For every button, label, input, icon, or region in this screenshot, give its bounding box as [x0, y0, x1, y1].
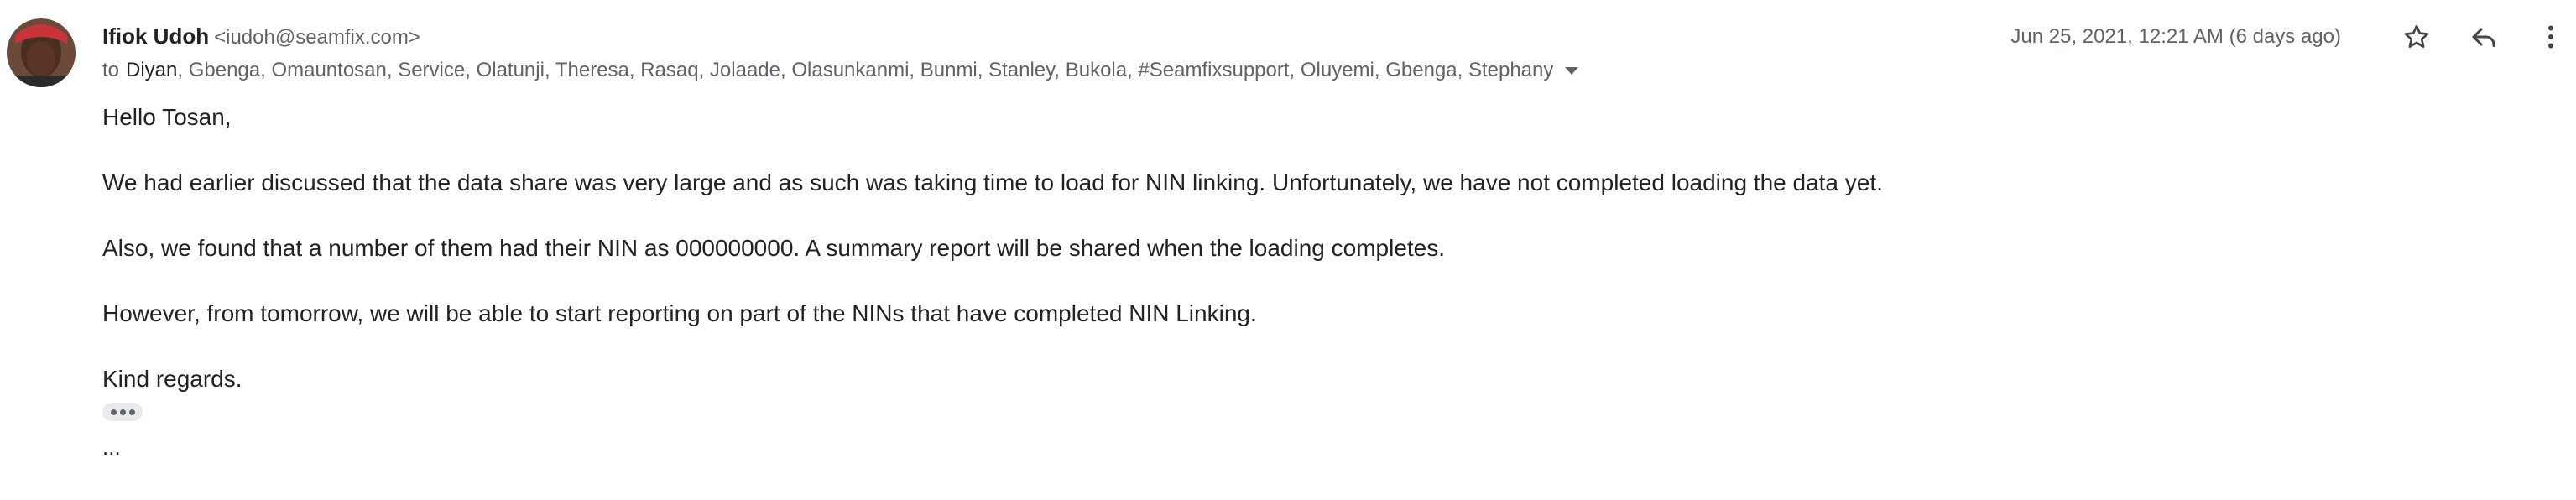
closing: Kind regards. [102, 366, 242, 392]
body-paragraph-1: We had earlier discussed that the data s… [102, 169, 1883, 195]
recipients-line: to Diyan, Gbenga, Omauntosan, Service, O… [102, 57, 1579, 84]
body-paragraph-2: Also, we found that a number of them had… [102, 235, 1446, 261]
body-paragraph-3: However, from tomorrow, we will be able … [102, 300, 1257, 326]
sender-name[interactable]: Ifiok Udoh [102, 23, 209, 49]
star-button[interactable] [2395, 15, 2438, 59]
sender-photo [7, 18, 76, 87]
star-icon [2404, 24, 2429, 49]
greeting: Hello Tosan, [102, 104, 232, 130]
recipient-first: Diyan [126, 59, 178, 81]
trailing-ellipsis: ... [102, 435, 121, 460]
more-horiz-icon [110, 409, 117, 415]
timestamp: Jun 25, 2021, 12:21 AM (6 days ago) [2010, 25, 2341, 48]
avatar[interactable] [7, 18, 76, 87]
more-options-button[interactable] [2529, 15, 2573, 59]
sender-email: <iudoh@seamfix.com> [214, 26, 420, 49]
dot [119, 409, 126, 415]
arrow-drop-down-icon[interactable] [1565, 66, 1579, 75]
to-label: to [102, 59, 120, 81]
dot [128, 409, 135, 415]
more-vert-icon [2548, 25, 2553, 49]
reply-icon [2472, 28, 2495, 47]
recipient-list: , Gbenga, Omauntosan, Service, Olatunji,… [177, 59, 1554, 81]
sender-info: Ifiok Udoh <iudoh@seamfix.com> [102, 22, 420, 52]
show-trimmed-content-button[interactable] [102, 403, 143, 421]
reply-button[interactable] [2462, 15, 2506, 59]
